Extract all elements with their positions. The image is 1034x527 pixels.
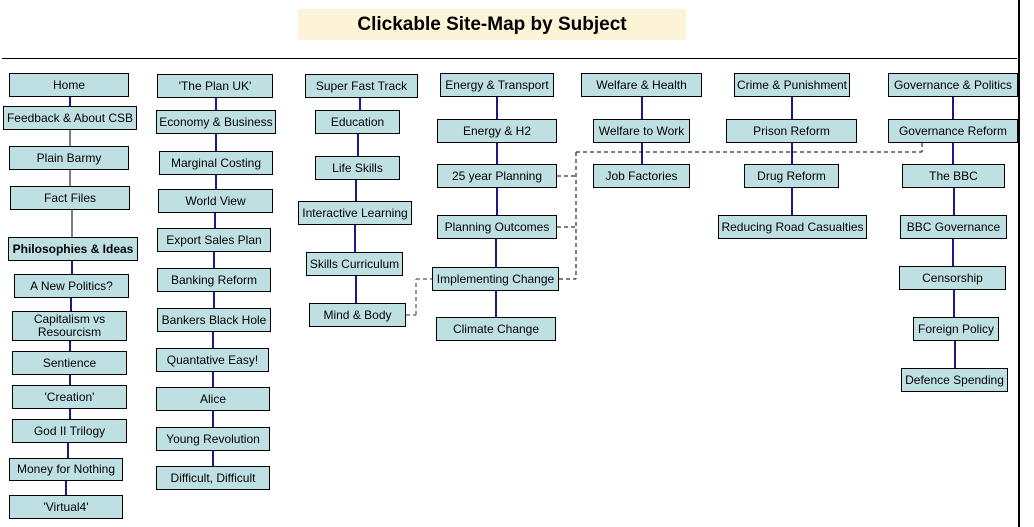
node-label: BBC Governance [906, 219, 1001, 234]
node-label: Reducing Road Casualties [721, 219, 864, 234]
node-label: Super Fast Track [315, 78, 408, 93]
node-label: Climate Change [452, 321, 540, 336]
node-label: Alice [199, 391, 226, 406]
node-governance-politics[interactable]: Governance & Politics [888, 73, 1018, 97]
node-the-bbc[interactable]: The BBC [902, 164, 1005, 188]
node-the-plan-uk[interactable]: 'The Plan UK' [157, 74, 273, 98]
node-label: Skills Curriculum [309, 256, 400, 271]
node-label: 'The Plan UK' [178, 78, 252, 93]
node-label: Fact Files [43, 190, 96, 205]
node-welfare-health[interactable]: Welfare & Health [581, 73, 702, 97]
node-creation[interactable]: 'Creation' [12, 385, 127, 409]
node-censorship[interactable]: Censorship [899, 266, 1006, 290]
node-feedback-about-csb[interactable]: Feedback & About CSB [3, 106, 137, 130]
node-life-skills[interactable]: Life Skills [315, 156, 400, 180]
node-export-sales-plan[interactable]: Export Sales Plan [157, 228, 271, 252]
node-label: God II Trilogy [33, 423, 106, 438]
node-label: Banking Reform [170, 272, 258, 287]
node-label: Foreign Policy [917, 321, 995, 336]
node-quantative-easy[interactable]: Quantative Easy! [156, 348, 269, 372]
node-label: Interactive Learning [302, 205, 408, 220]
node-label: Money for Nothing [16, 462, 116, 476]
node-label: Drug Reform [757, 168, 826, 183]
node-drug-reform[interactable]: Drug Reform [744, 164, 839, 188]
node-job-factories[interactable]: Job Factories [593, 164, 690, 188]
node-plain-barmy[interactable]: Plain Barmy [9, 146, 129, 170]
node-interactive-learning[interactable]: Interactive Learning [298, 201, 412, 225]
node-a-new-politics[interactable]: A New Politics? [14, 274, 129, 298]
node-label: Education [330, 114, 385, 129]
node-reducing-road-casualties[interactable]: Reducing Road Casualties [718, 215, 867, 239]
node-label: A New Politics? [30, 278, 113, 293]
node-label: Export Sales Plan [166, 232, 262, 247]
node-education[interactable]: Education [315, 110, 400, 134]
node-label: Economy & Business [159, 114, 273, 129]
node-label: The BBC [929, 168, 978, 183]
node-energy-transport[interactable]: Energy & Transport [440, 73, 554, 97]
node-label: Prison Reform [753, 123, 830, 138]
node-label: Welfare to Work [598, 123, 685, 138]
node-world-view[interactable]: World View [158, 189, 273, 213]
node-label: Young Revolution [166, 431, 260, 446]
node-label: Crime & Punishment [736, 77, 848, 92]
node-skills-curriculum[interactable]: Skills Curriculum [306, 252, 403, 276]
node-label: Governance & Politics [893, 77, 1013, 92]
node-young-revolution[interactable]: Young Revolution [156, 427, 270, 451]
node-label: Plain Barmy [36, 150, 102, 165]
node-capitalism-vs-resourcism[interactable]: Capitalism vs Resourcism [12, 311, 127, 341]
node-defence-spending[interactable]: Defence Spending [901, 368, 1008, 392]
node-label: World View [185, 193, 246, 208]
node-label: Capitalism vs Resourcism [33, 312, 106, 339]
node-climate-change[interactable]: Climate Change [436, 317, 556, 341]
node-virtual4[interactable]: 'Virtual4' [9, 495, 123, 519]
node-25-year-planning[interactable]: 25 year Planning [437, 164, 557, 188]
node-mind-body[interactable]: Mind & Body [309, 303, 406, 327]
node-label: Life Skills [332, 160, 383, 175]
node-welfare-to-work[interactable]: Welfare to Work [593, 119, 690, 143]
node-governance-reform[interactable]: Governance Reform [888, 119, 1018, 143]
node-god-ii-trilogy[interactable]: God II Trilogy [12, 419, 127, 443]
node-crime-punishment[interactable]: Crime & Punishment [734, 73, 850, 97]
node-label: Quantative Easy! [166, 352, 259, 367]
node-planning-outcomes[interactable]: Planning Outcomes [437, 215, 557, 239]
node-difficult-difficult[interactable]: Difficult, Difficult [156, 466, 270, 490]
node-label: 25 year Planning [451, 168, 543, 183]
node-label: 'Virtual4' [43, 499, 89, 514]
node-label: Planning Outcomes [444, 219, 550, 234]
node-marginal-costing[interactable]: Marginal Costing [159, 151, 273, 175]
node-banking-reform[interactable]: Banking Reform [157, 268, 271, 292]
node-label: Difficult, Difficult [170, 470, 256, 485]
node-label: Philosophies & Ideas [12, 241, 134, 256]
node-label: Home [52, 77, 85, 92]
node-label: Feedback & About CSB [6, 110, 134, 125]
node-foreign-policy[interactable]: Foreign Policy [913, 317, 999, 341]
node-sentience[interactable]: Sentience [12, 351, 127, 375]
node-label: Welfare & Health [596, 77, 687, 92]
node-money-for-nothing[interactable]: Money for Nothing [9, 458, 123, 481]
node-label: Defence Spending [905, 372, 1004, 387]
node-label: Bankers Black Hole [161, 312, 267, 327]
node-fact-files[interactable]: Fact Files [10, 186, 130, 210]
node-label: Sentience [42, 355, 97, 370]
node-label: Energy & Transport [445, 77, 549, 92]
node-home[interactable]: Home [9, 73, 129, 97]
node-philosophies-ideas[interactable]: Philosophies & Ideas [8, 237, 138, 261]
node-economy-business[interactable]: Economy & Business [156, 110, 276, 134]
node-implementing-change[interactable]: Implementing Change [432, 267, 559, 291]
node-bankers-black-hole[interactable]: Bankers Black Hole [157, 308, 271, 332]
node-label: Implementing Change [436, 271, 555, 286]
node-alice[interactable]: Alice [156, 387, 270, 411]
node-label: Mind & Body [323, 307, 392, 322]
node-energy-h2[interactable]: Energy & H2 [437, 119, 557, 143]
node-label: 'Creation' [44, 389, 95, 404]
node-bbc-governance[interactable]: BBC Governance [900, 215, 1007, 239]
node-label: Governance Reform [898, 123, 1008, 138]
node-prison-reform[interactable]: Prison Reform [726, 119, 857, 143]
node-label: Marginal Costing [170, 155, 262, 170]
node-label: Energy & H2 [462, 123, 532, 138]
node-super-fast-track[interactable]: Super Fast Track [305, 74, 418, 98]
node-label: Job Factories [605, 168, 678, 183]
node-label: Censorship [922, 270, 983, 285]
